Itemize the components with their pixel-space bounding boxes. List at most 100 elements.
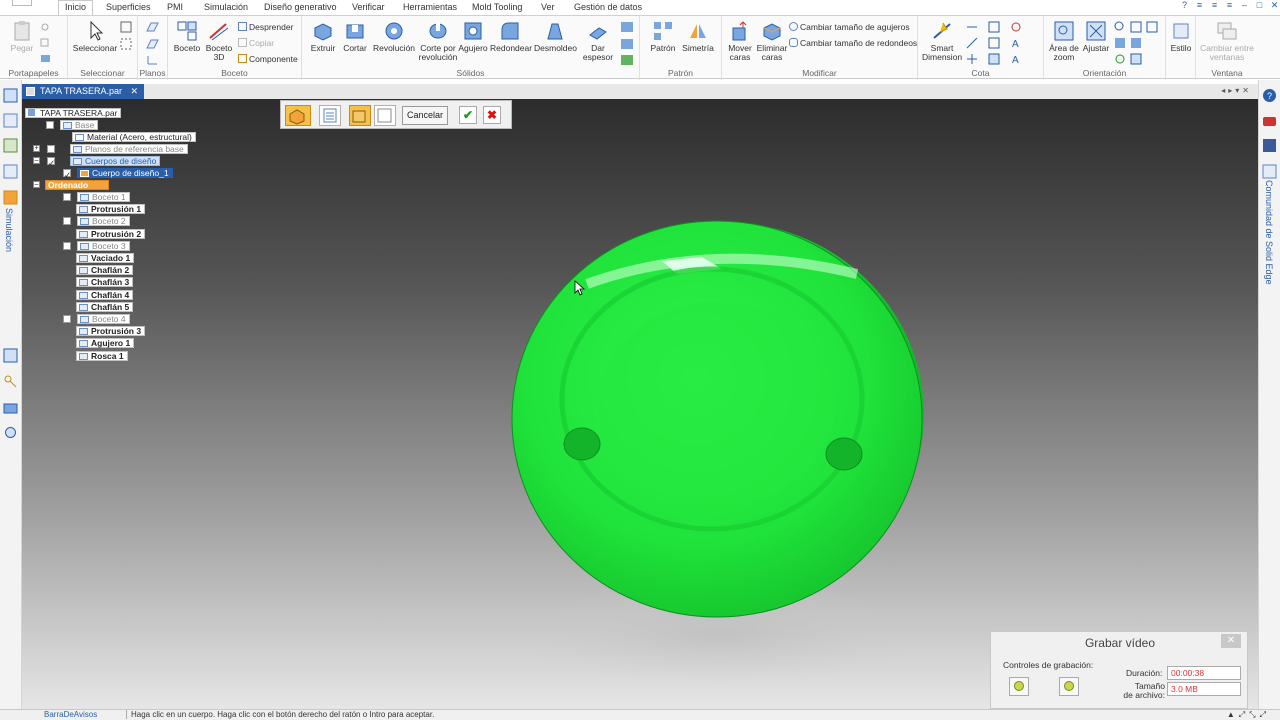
format-painter-icon[interactable] bbox=[40, 54, 54, 64]
feature-checkbox[interactable] bbox=[63, 217, 71, 226]
switch-windows-button[interactable]: Cambiar entre ventanas bbox=[1198, 20, 1256, 62]
youtube-icon[interactable] bbox=[1262, 114, 1277, 129]
community-icon[interactable] bbox=[1262, 164, 1277, 179]
simulation-side-label[interactable]: Simulación bbox=[4, 208, 14, 252]
settings-icon[interactable] bbox=[3, 425, 18, 440]
hole-button[interactable]: Agujero bbox=[458, 20, 488, 53]
planos-checkbox[interactable] bbox=[47, 145, 55, 153]
chain-dim-icon[interactable] bbox=[988, 37, 1000, 49]
resize-rounds-button[interactable]: Cambiar tamaño de redondeos bbox=[789, 38, 917, 48]
tab-herramientas[interactable]: Herramientas bbox=[403, 2, 457, 12]
sketch3d-button[interactable]: Boceto 3D bbox=[204, 20, 234, 62]
select-area-icon[interactable] bbox=[120, 38, 132, 50]
text-a-icon[interactable]: A bbox=[1010, 37, 1022, 49]
coord-system-icon[interactable] bbox=[145, 54, 159, 66]
tab-simulacion[interactable]: Simulación bbox=[204, 2, 248, 12]
cuerpos-checkbox[interactable]: ✓ bbox=[47, 157, 55, 168]
pan-icon[interactable] bbox=[1130, 21, 1142, 33]
table-dim-icon[interactable] bbox=[988, 53, 1000, 65]
maximize-icon[interactable]: □ bbox=[1254, 0, 1265, 11]
rotate-icon[interactable] bbox=[1146, 21, 1158, 33]
sketch-button[interactable]: Boceto bbox=[172, 20, 202, 53]
family-parts-icon[interactable] bbox=[3, 164, 18, 179]
key-icon[interactable] bbox=[3, 374, 18, 389]
plane-offset-icon[interactable] bbox=[145, 38, 159, 50]
delete-faces-button[interactable]: Eliminar caras bbox=[756, 20, 788, 62]
select-faces-button[interactable] bbox=[349, 105, 371, 126]
feature-checkbox[interactable] bbox=[63, 193, 71, 201]
text-a2-icon[interactable]: A bbox=[1010, 53, 1022, 65]
pathfinder-icon[interactable] bbox=[3, 88, 18, 103]
select-box-button[interactable] bbox=[374, 105, 396, 126]
smart-dimension-button[interactable]: Smart Dimension bbox=[922, 20, 962, 62]
coordinate-icon[interactable] bbox=[966, 53, 978, 65]
feature-checkbox[interactable] bbox=[63, 315, 71, 323]
document-tab[interactable]: TAPA TRASERA.par ✕ bbox=[22, 84, 145, 99]
cancel-button[interactable]: Cancelar bbox=[402, 106, 448, 125]
revolve-button[interactable]: Revolución bbox=[372, 20, 416, 53]
base-checkbox[interactable] bbox=[46, 121, 54, 129]
tab-superficies[interactable]: Superficies bbox=[106, 2, 151, 12]
distance-icon[interactable] bbox=[966, 21, 978, 33]
minimize-icon[interactable]: – bbox=[1239, 0, 1250, 11]
reject-x-button[interactable]: ✖ bbox=[483, 106, 501, 124]
tab-ver[interactable]: Ver bbox=[541, 2, 555, 12]
rib-icon[interactable] bbox=[620, 38, 634, 50]
pause-record-button[interactable] bbox=[1009, 677, 1029, 696]
simulation-icon[interactable] bbox=[3, 190, 18, 205]
angle-icon[interactable] bbox=[966, 37, 978, 49]
tab-gestion-datos[interactable]: Gestión de datos bbox=[574, 2, 642, 12]
style-button[interactable]: Estilo bbox=[1166, 20, 1196, 53]
zoom-icon[interactable] bbox=[1114, 21, 1126, 33]
copy-sketch-button[interactable]: Copiar bbox=[238, 38, 274, 48]
cuerpo1-checkbox[interactable]: ✓ bbox=[63, 169, 71, 180]
tab-diseno-generativo[interactable]: Diseño generativo bbox=[264, 2, 337, 12]
planos-expand[interactable]: + bbox=[33, 145, 40, 152]
paste-button[interactable]: Pegar bbox=[8, 20, 36, 53]
select-body-step-button[interactable] bbox=[285, 105, 311, 126]
pattern-button[interactable]: Patrón bbox=[646, 20, 680, 53]
extrude-button[interactable]: Extruir bbox=[308, 20, 338, 53]
align-right-icon[interactable]: ≡ bbox=[1224, 0, 1235, 11]
view-orient-icon[interactable] bbox=[1130, 37, 1142, 49]
fit-button[interactable]: Ajustar bbox=[1082, 20, 1110, 53]
community-side-label[interactable]: Comunidad de Solid Edge bbox=[1264, 180, 1274, 285]
cut-icon[interactable] bbox=[40, 22, 50, 32]
cut-button[interactable]: Cortar bbox=[340, 20, 370, 53]
tab-mold-tooling[interactable]: Mold Tooling bbox=[472, 2, 522, 12]
thin-wall-icon[interactable] bbox=[620, 21, 634, 33]
attach-dim-icon[interactable] bbox=[1010, 21, 1022, 33]
lip-icon[interactable] bbox=[620, 54, 634, 66]
assembly-icon[interactable] bbox=[3, 400, 18, 415]
help-circle-icon[interactable]: ? bbox=[1262, 88, 1277, 103]
document-nav-icons[interactable]: ◂▸▾✕ bbox=[1221, 86, 1252, 95]
graphics-viewport[interactable]: TAPA TRASERA.par Base Material (Acero, e… bbox=[22, 99, 1258, 709]
prompt-bar-label[interactable]: BarraDeAvisos bbox=[44, 710, 97, 719]
draft-button[interactable]: Desmoldeo bbox=[534, 20, 577, 53]
record-close-button[interactable]: ✕ bbox=[1221, 634, 1241, 648]
status-right-icons[interactable]: ▲⤢⤡⤢ bbox=[1227, 710, 1270, 720]
select-button[interactable]: Seleccionar bbox=[72, 20, 118, 53]
align-center-icon[interactable]: ≡ bbox=[1209, 0, 1220, 11]
revolved-cut-button[interactable]: Corte por revolución bbox=[418, 20, 458, 62]
symmetric-dim-icon[interactable] bbox=[988, 21, 1000, 33]
accept-check-button[interactable]: ✔ bbox=[459, 106, 477, 124]
tab-pmi[interactable]: PMI bbox=[167, 2, 183, 12]
tab-inicio[interactable]: Inicio bbox=[58, 0, 94, 15]
move-faces-button[interactable]: Mover caras bbox=[724, 20, 756, 62]
features-library-icon[interactable] bbox=[3, 138, 18, 153]
thicken-button[interactable]: Dar espesor bbox=[580, 20, 616, 62]
select-filter-icon[interactable] bbox=[120, 21, 132, 33]
view-icon[interactable] bbox=[1114, 37, 1126, 49]
named-views-icon[interactable] bbox=[1130, 53, 1142, 65]
stop-record-button[interactable] bbox=[1059, 677, 1079, 696]
resize-holes-button[interactable]: Cambiar tamaño de agujeros bbox=[789, 22, 910, 32]
help-icon[interactable]: ? bbox=[1179, 0, 1190, 11]
part-model-canvas[interactable] bbox=[22, 99, 1258, 709]
facebook-icon[interactable] bbox=[1262, 138, 1277, 153]
options-button[interactable] bbox=[319, 105, 341, 126]
detach-button[interactable]: Desprender bbox=[238, 22, 293, 32]
copy-icon[interactable] bbox=[40, 38, 50, 48]
feature-checkbox[interactable] bbox=[63, 241, 71, 250]
cuerpos-expand[interactable]: – bbox=[33, 157, 40, 164]
